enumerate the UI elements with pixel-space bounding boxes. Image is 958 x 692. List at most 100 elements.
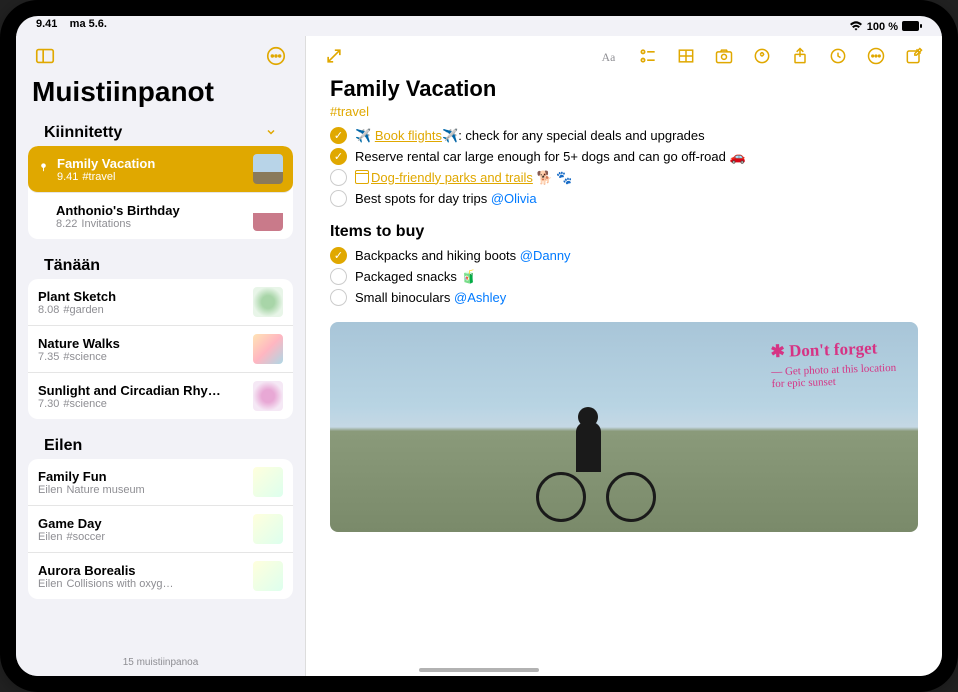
expand-icon[interactable] [322,44,346,68]
checkbox-empty-icon[interactable] [330,169,347,186]
note-thumbnail [253,381,283,411]
note-item-anthonio[interactable]: Anthonio's Birthday 8.22 Invitations [28,193,293,239]
note-title: Sunlight and Circadian Rhy… [38,383,245,398]
check-item[interactable]: ✓ Reserve rental car large enough for 5+… [330,146,918,167]
note-item-aurora[interactable]: Aurora Borealis Eilen Collisions with ox… [28,553,293,599]
note-item-gameday[interactable]: Game Day Eilen #soccer [28,506,293,553]
compose-icon[interactable] [902,44,926,68]
sidebar-footer: 15 muistiinpanoa [16,649,305,676]
note-thumbnail [253,287,283,317]
note-item-circadian[interactable]: Sunlight and Circadian Rhy… 7.30 #scienc… [28,373,293,419]
check-item[interactable]: ✓ Backpacks and hiking boots @Danny [330,245,918,266]
note-title: Game Day [38,516,245,531]
note-meta: 9.41 #travel [57,171,245,183]
sidebar-toolbar [16,36,305,76]
note-item-plant[interactable]: Plant Sketch 8.08 #garden [28,279,293,326]
checkbox-empty-icon[interactable] [330,268,347,285]
home-indicator[interactable] [419,668,539,672]
sidebar-toggle-icon[interactable] [32,43,58,69]
checkbox-checked-icon[interactable]: ✓ [330,247,347,264]
check-text[interactable]: ✈️ Book flights✈️: check for any special… [355,128,705,144]
note-title: Family Fun [38,469,245,484]
check-text[interactable]: Best spots for day trips @Olivia [355,191,537,206]
svg-text:Aa: Aa [602,51,616,64]
camera-icon[interactable] [712,44,736,68]
checkbox-checked-icon[interactable]: ✓ [330,127,347,144]
section-group-yesterday: Family Fun Eilen Nature museum Game Day [28,459,293,599]
note-meta: 8.22 Invitations [56,218,245,230]
note-thumbnail [253,334,283,364]
note-title: Anthonio's Birthday [56,203,245,218]
notes-list[interactable]: Kiinnitetty Family Vacation [16,116,305,649]
note-content: Sunlight and Circadian Rhy… 7.30 #scienc… [38,383,245,410]
note-content: Family Vacation 9.41 #travel [57,156,245,183]
cyclist-silhouette [536,382,656,522]
mention[interactable]: @Olivia [491,191,537,206]
check-text[interactable]: Packaged snacks 🧃 [355,269,477,285]
checklist-icon[interactable] [636,44,660,68]
note-title-heading[interactable]: Family Vacation [330,76,918,102]
section-header-yesterday[interactable]: Eilen [28,429,293,459]
note-thumbnail [253,467,283,497]
note-content: Aurora Borealis Eilen Collisions with ox… [38,563,245,590]
check-text[interactable]: Backpacks and hiking boots @Danny [355,248,571,263]
check-item[interactable]: Dog-friendly parks and trails 🐕 🐾 [330,167,918,188]
more-icon[interactable] [864,44,888,68]
note-content: Game Day Eilen #soccer [38,516,245,543]
note-meta: 7.35 #science [38,351,245,363]
note-content: Plant Sketch 8.08 #garden [38,289,245,316]
screen: 9.41 ma 5.6. 100 % [16,16,942,676]
wifi-icon [849,21,863,34]
checkbox-checked-icon[interactable]: ✓ [330,148,347,165]
check-item[interactable]: Small binoculars @Ashley [330,287,918,308]
checklist-items-to-buy: ✓ Backpacks and hiking boots @Danny Pack… [330,245,918,308]
sidebar: Muistiinpanot Kiinnitetty [16,36,306,676]
note-item-nature[interactable]: Nature Walks 7.35 #science [28,326,293,373]
note-tag[interactable]: #travel [330,104,918,119]
status-left: 9.41 ma 5.6. [36,18,107,36]
check-item[interactable]: Packaged snacks 🧃 [330,266,918,287]
section-group-pinned: Family Vacation 9.41 #travel Anthonio's … [28,146,293,239]
check-text[interactable]: Small binoculars @Ashley [355,290,506,305]
chevron-down-icon[interactable] [265,125,277,141]
note-body[interactable]: Family Vacation #travel ✓ ✈️ Book flight… [306,76,942,676]
check-item[interactable]: ✓ ✈️ Book flights✈️: check for any speci… [330,125,918,146]
pin-icon [38,162,49,176]
note-thumbnail [253,201,283,231]
mention[interactable]: @Ashley [454,290,506,305]
check-item[interactable]: Best spots for day trips @Olivia [330,188,918,209]
check-text[interactable]: Reserve rental car large enough for 5+ d… [355,149,746,165]
section-group-today: Plant Sketch 8.08 #garden Nature Walks [28,279,293,419]
markup-icon[interactable] [750,44,774,68]
attachment-image[interactable]: ✱ Don't forget — Get photo at this locat… [330,322,918,532]
main-toolbar: Aa [306,36,942,76]
note-meta: Eilen Nature museum [38,484,245,496]
checklist-primary: ✓ ✈️ Book flights✈️: check for any speci… [330,125,918,209]
note-subheading[interactable]: Items to buy [330,223,918,241]
mention[interactable]: @Danny [520,248,571,263]
format-text-icon[interactable]: Aa [598,44,622,68]
note-meta: 7.30 #science [38,398,245,410]
section-header-label: Tänään [44,257,100,275]
note-meta: 8.08 #garden [38,304,245,316]
more-options-icon[interactable] [263,43,289,69]
status-bar: 9.41 ma 5.6. 100 % [16,16,942,36]
note-thumbnail [253,154,283,184]
calendar-icon [355,170,369,184]
link-icon[interactable] [826,44,850,68]
note-title: Nature Walks [38,336,245,351]
section-header-today[interactable]: Tänään [28,249,293,279]
share-icon[interactable] [788,44,812,68]
note-content: Family Fun Eilen Nature museum [38,469,245,496]
section-header-pinned[interactable]: Kiinnitetty [28,116,293,146]
checkbox-empty-icon[interactable] [330,190,347,207]
table-icon[interactable] [674,44,698,68]
handwriting-annotation: ✱ Don't forget — Get photo at this locat… [770,338,897,390]
checkbox-empty-icon[interactable] [330,289,347,306]
note-title: Aurora Borealis [38,563,245,578]
ipad-frame: 9.41 ma 5.6. 100 % [0,0,958,692]
note-item-family-vacation[interactable]: Family Vacation 9.41 #travel [28,146,293,193]
check-text[interactable]: Dog-friendly parks and trails 🐕 🐾 [355,170,572,186]
battery-icon [902,21,922,34]
note-item-familyfun[interactable]: Family Fun Eilen Nature museum [28,459,293,506]
